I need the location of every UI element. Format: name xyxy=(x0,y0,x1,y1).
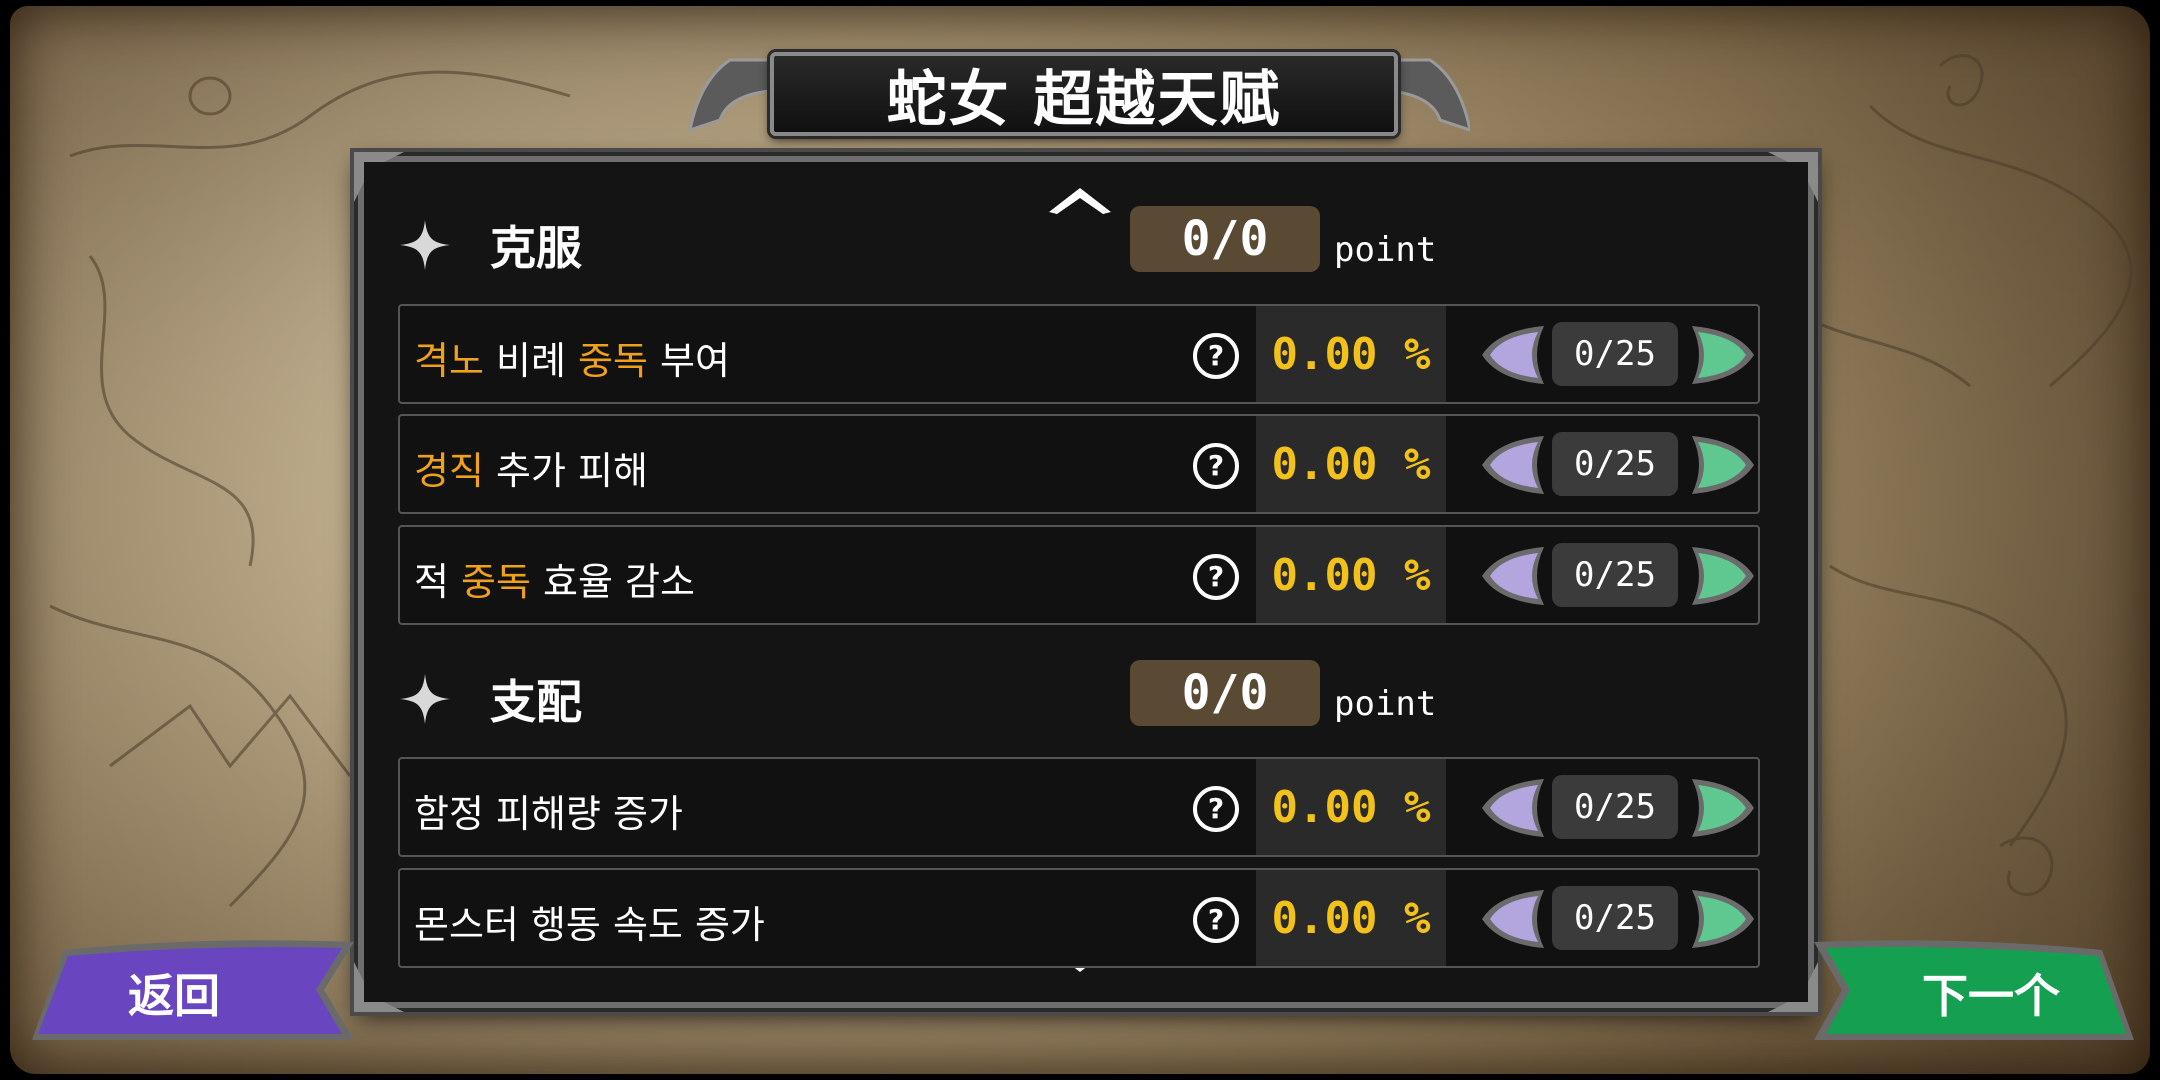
talent-percent: 0.00 % xyxy=(1256,306,1446,402)
talent-label-text: 추가 피해 xyxy=(483,449,648,493)
section-header-overcome: 克服 0/0 point xyxy=(400,206,1760,286)
talent-label-text: 몬스터 행동 속도 증가 xyxy=(414,903,765,947)
increase-arrow-icon[interactable] xyxy=(1688,434,1758,496)
back-button[interactable]: 返回 xyxy=(24,930,364,1050)
star-icon xyxy=(400,674,450,724)
help-icon[interactable]: ? xyxy=(1192,332,1240,380)
talent-percent: 0.00 % xyxy=(1256,527,1446,623)
help-icon[interactable]: ? xyxy=(1192,785,1240,833)
svg-text:?: ? xyxy=(1208,792,1224,825)
title-banner: 蛇女 超越天赋 xyxy=(690,40,1470,140)
panel-corner-ornament xyxy=(1768,152,1818,202)
talent-level: 0/25 xyxy=(1552,543,1678,607)
increase-arrow-icon[interactable] xyxy=(1688,545,1758,607)
increase-arrow-icon[interactable] xyxy=(1688,324,1758,386)
svg-text:?: ? xyxy=(1208,903,1224,936)
decrease-arrow-icon[interactable] xyxy=(1478,888,1548,950)
talent-level: 0/25 xyxy=(1552,886,1678,950)
talent-label-text: 부여 xyxy=(647,339,730,383)
talent-row: 경직 추가 피해 ? 0.00 % 0/25 xyxy=(398,414,1760,514)
decrease-arrow-icon[interactable] xyxy=(1478,545,1548,607)
talent-level: 0/25 xyxy=(1552,432,1678,496)
talent-row: 격노 비례 중독 부여 ? 0.00 % 0/25 xyxy=(398,304,1760,404)
increase-arrow-icon[interactable] xyxy=(1688,777,1758,839)
talent-label-highlight: 중독 xyxy=(578,339,648,383)
talent-row: 몬스터 행동 속도 증가 ? 0.00 % 0/25 xyxy=(398,868,1760,968)
help-icon[interactable]: ? xyxy=(1192,553,1240,601)
talent-label: 경직 추가 피해 xyxy=(414,440,648,495)
talent-percent: 0.00 % xyxy=(1256,870,1446,966)
panel-corner-ornament xyxy=(354,152,404,202)
talent-level: 0/25 xyxy=(1552,775,1678,839)
section-points: 0/0 xyxy=(1130,206,1320,272)
talent-label: 적 중독 효율 감소 xyxy=(414,551,695,606)
section-label: 支配 xyxy=(490,675,582,729)
talent-row: 함정 피해량 증가 ? 0.00 % 0/25 xyxy=(398,757,1760,857)
talent-label-text: 함정 피해량 증가 xyxy=(414,792,683,836)
section-points-unit: point xyxy=(1334,684,1437,724)
page-title: 蛇女 超越天赋 xyxy=(886,64,1282,135)
decrease-arrow-icon[interactable] xyxy=(1478,434,1548,496)
talent-label-text: 적 xyxy=(414,560,462,604)
decrease-arrow-icon[interactable] xyxy=(1478,324,1548,386)
next-button-label: 下一个 xyxy=(1922,969,2060,1023)
talent-label: 함정 피해량 증가 xyxy=(414,783,683,838)
talent-label-highlight: 중독 xyxy=(461,560,531,604)
title-plate: 蛇女 超越天赋 xyxy=(770,52,1398,136)
talent-label: 격노 비례 중독 부여 xyxy=(414,330,730,385)
talent-label-highlight: 경직 xyxy=(414,449,484,493)
svg-text:?: ? xyxy=(1208,449,1224,482)
section-points: 0/0 xyxy=(1130,660,1320,726)
talent-percent: 0.00 % xyxy=(1256,759,1446,855)
panel-corner-ornament xyxy=(1768,962,1818,1012)
talent-row: 적 중독 효율 감소 ? 0.00 % 0/25 xyxy=(398,525,1760,625)
help-icon[interactable]: ? xyxy=(1192,896,1240,944)
help-icon[interactable]: ? xyxy=(1192,442,1240,490)
talent-label: 몬스터 행동 속도 증가 xyxy=(414,894,765,949)
talent-level: 0/25 xyxy=(1552,322,1678,386)
section-header-dominate: 支配 0/0 point xyxy=(400,660,1760,740)
next-button[interactable]: 下一个 xyxy=(1812,930,2142,1050)
increase-arrow-icon[interactable] xyxy=(1688,888,1758,950)
talent-label-highlight: 격노 xyxy=(414,339,484,383)
talent-percent: 0.00 % xyxy=(1256,416,1446,512)
talent-label-text: 비례 xyxy=(483,339,579,383)
decrease-arrow-icon[interactable] xyxy=(1478,777,1548,839)
section-points-unit: point xyxy=(1334,230,1437,270)
back-button-label: 返回 xyxy=(128,969,220,1023)
section-label: 克服 xyxy=(490,221,582,275)
talent-label-text: 효율 감소 xyxy=(530,560,695,604)
svg-text:?: ? xyxy=(1208,560,1224,593)
star-icon xyxy=(400,220,450,270)
svg-text:?: ? xyxy=(1208,339,1224,372)
